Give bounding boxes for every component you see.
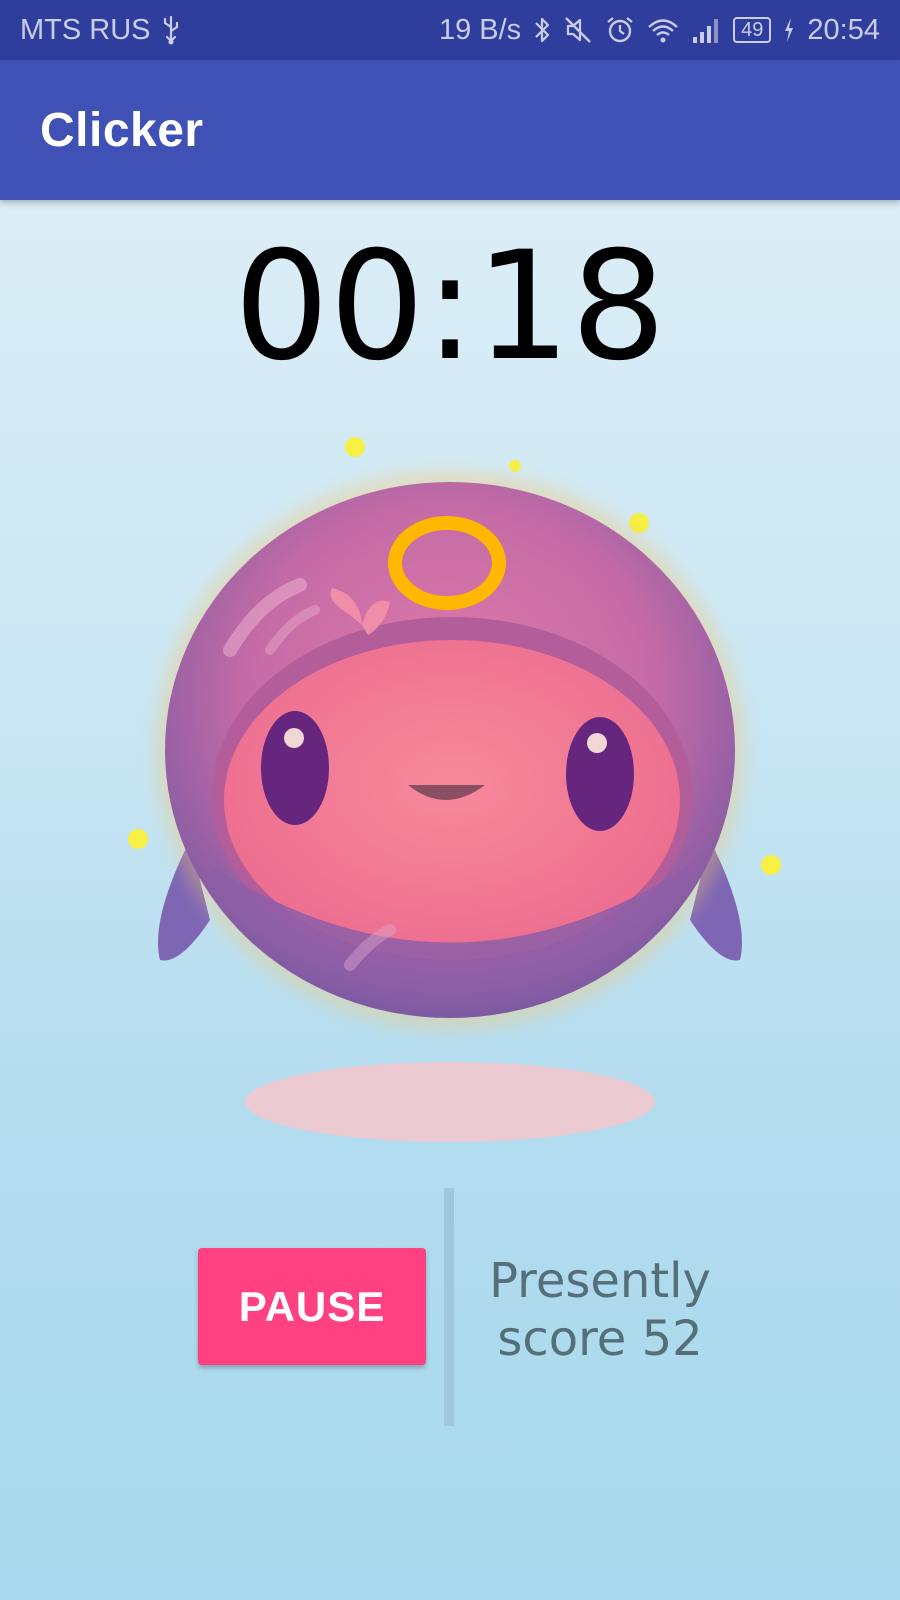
status-left: MTS RUS — [20, 14, 181, 47]
wifi-icon — [647, 15, 679, 45]
status-time: 20:54 — [807, 13, 880, 46]
mute-icon — [563, 15, 593, 45]
usb-icon — [161, 15, 181, 45]
charging-icon — [783, 16, 795, 44]
app-screen: MTS RUS 19 B/s 49 20:54 Clicker 00:18 PA… — [0, 0, 900, 1600]
bluetooth-icon — [533, 15, 551, 45]
signal-icon — [691, 15, 721, 45]
score-value: score 52 — [497, 1311, 703, 1367]
alarm-icon — [605, 15, 635, 45]
vertical-divider — [444, 1188, 454, 1426]
battery-icon: 49 — [733, 17, 772, 43]
countdown-timer: 00:18 — [233, 220, 667, 394]
battery-level: 49 — [733, 17, 772, 43]
status-right: 19 B/s 49 20:54 — [439, 14, 880, 47]
status-bar: MTS RUS 19 B/s 49 20:54 — [0, 0, 900, 60]
score-display: Presently score 52 — [470, 1252, 730, 1368]
app-title: Clicker — [40, 103, 204, 157]
pink-creature-character[interactable] — [100, 420, 800, 1160]
net-speed: 19 B/s — [438, 13, 522, 46]
pause-button[interactable]: PAUSE — [198, 1248, 426, 1365]
score-label: Presently — [489, 1253, 711, 1309]
carrier-name: MTS RUS — [20, 13, 151, 46]
creature-shadow — [245, 1062, 655, 1142]
app-bar: Clicker — [0, 60, 900, 200]
